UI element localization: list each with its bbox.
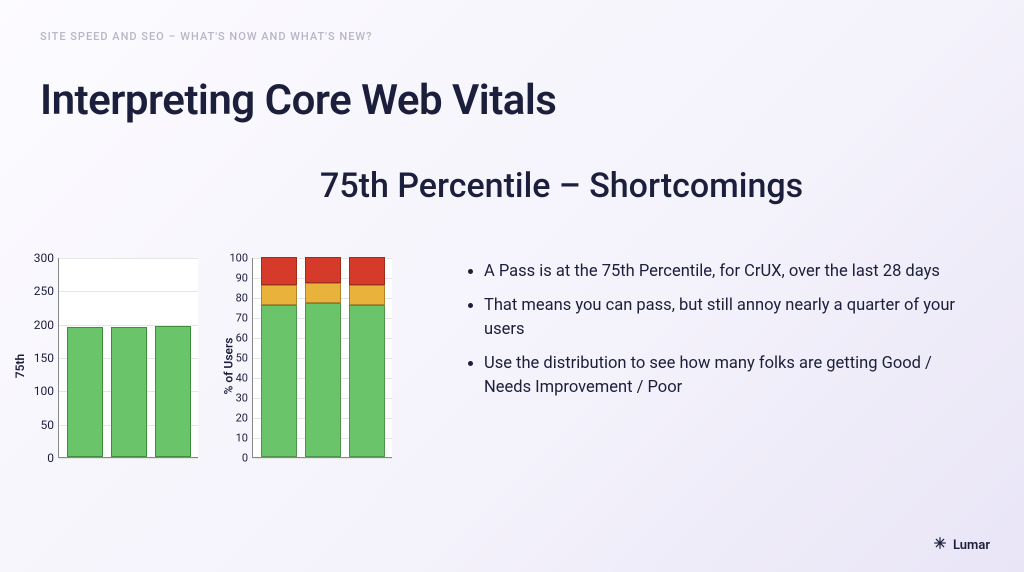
page-title: Interpreting Core Web Vitals (40, 76, 556, 125)
ytick: 20 (218, 412, 248, 425)
ytick: 30 (218, 392, 248, 405)
stacked-bar (261, 257, 297, 457)
bullet-item: That means you can pass, but still annoy… (484, 294, 974, 342)
ytick: 70 (218, 312, 248, 325)
bullet-item: Use the distribution to see how many fol… (484, 352, 974, 400)
breadcrumb: SITE SPEED AND SEO – WHAT'S NOW AND WHAT… (40, 30, 372, 43)
ytick: 90 (218, 272, 248, 285)
chart-75th-bar: 75th 050100150200250300 (10, 258, 206, 473)
segment-needs-improvement (261, 285, 297, 305)
segment-good (261, 305, 297, 457)
bar (111, 327, 147, 457)
chart-left-plot (58, 258, 198, 458)
lumar-icon (933, 536, 947, 554)
ytick: 250 (20, 284, 54, 298)
brand-logo: Lumar (933, 536, 990, 554)
bullet-list: A Pass is at the 75th Percentile, for Cr… (462, 260, 974, 410)
bar (155, 326, 191, 457)
segment-poor (261, 257, 297, 285)
segment-needs-improvement (305, 283, 341, 303)
charts-container: 75th 050100150200250300 % of Users 01020… (10, 258, 405, 473)
slide-subtitle: 75th Percentile – Shortcomings (320, 166, 803, 206)
ytick: 10 (218, 432, 248, 445)
segment-poor (305, 257, 341, 283)
ytick: 40 (218, 372, 248, 385)
segment-needs-improvement (349, 285, 385, 305)
ytick: 300 (20, 251, 54, 265)
segment-good (349, 305, 385, 457)
ytick: 150 (20, 351, 54, 365)
segment-poor (349, 257, 385, 285)
ytick: 200 (20, 318, 54, 332)
ytick: 80 (218, 292, 248, 305)
ytick: 50 (20, 418, 54, 432)
chart-right-yticks: 0102030405060708090100 (218, 258, 248, 458)
ytick: 60 (218, 332, 248, 345)
chart-left-yticks: 050100150200250300 (20, 258, 54, 458)
stacked-bar (305, 257, 341, 457)
ytick: 100 (218, 252, 248, 265)
brand-name: Lumar (953, 538, 990, 553)
segment-good (305, 303, 341, 457)
ytick: 0 (20, 451, 54, 465)
chart-right-plot (252, 258, 392, 458)
chart-distribution-stacked: % of Users 0102030405060708090100 (206, 258, 402, 473)
ytick: 100 (20, 384, 54, 398)
ytick: 50 (218, 352, 248, 365)
bullet-item: A Pass is at the 75th Percentile, for Cr… (484, 260, 974, 284)
bar (67, 327, 103, 457)
ytick: 0 (218, 452, 248, 465)
stacked-bar (349, 257, 385, 457)
